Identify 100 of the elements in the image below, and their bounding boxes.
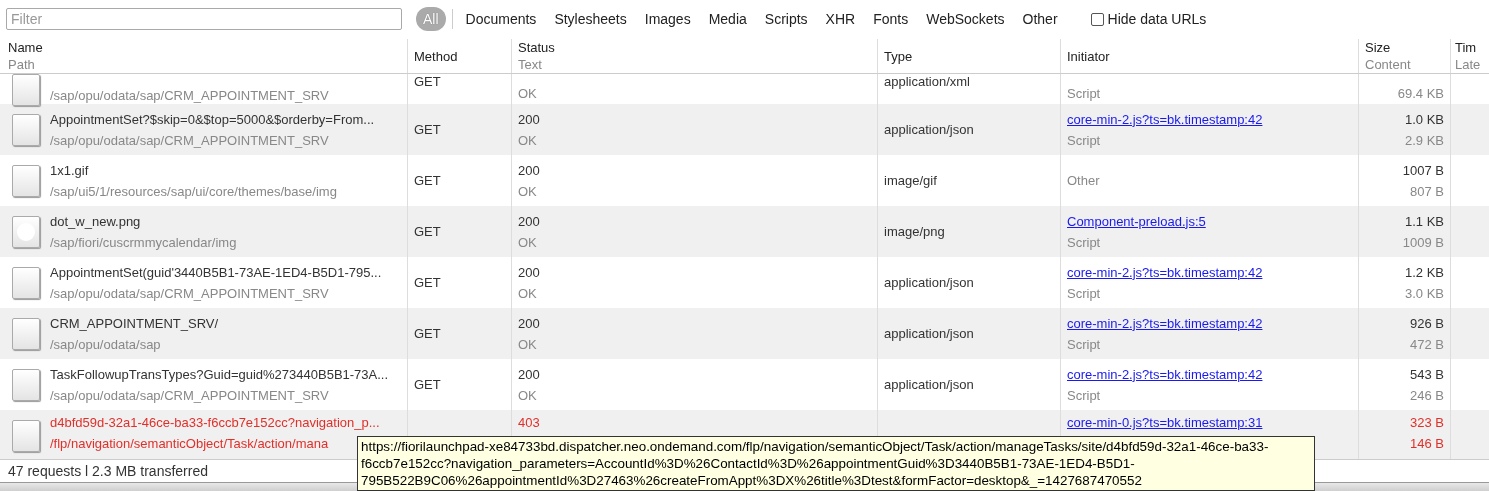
type-filter-tab[interactable]: Documents [458,7,544,31]
request-row[interactable]: CRM_APPOINTMENT_SRV/ /sap/opu/odata/sap GET 200 OK application/json core-min-2.js?ts=bk.timestamp:42 Script 926 B 472 B [0,308,1489,359]
method-text: GET [414,74,441,89]
size-text: 1.2 KB [1404,263,1444,282]
initiator-type: Script [1067,233,1102,252]
content-size: 146 B [1410,435,1444,453]
type-filter-tab[interactable]: WebSockets [919,7,1012,31]
status-text: OK [518,131,538,150]
size-text: 1.0 KB [1404,110,1444,129]
file-icon [12,419,40,452]
type-text: application/xml [884,74,970,89]
content-size: 2.9 KB [1404,131,1444,150]
type-text: image/gif [884,173,937,188]
request-path: /sap/ui5/1/resources/sap/ui/core/themes/base/img [50,182,337,201]
type-filter-tab[interactable]: XHR [818,7,863,31]
initiator-link[interactable]: Component-preload.js:5 [1067,210,1352,232]
status-code: 200 [518,365,541,384]
image-file-icon [12,215,40,248]
status-code: 200 [518,263,541,282]
content-size: 69.4 KB [1397,85,1444,103]
type-filter-tab[interactable]: Images [637,7,698,31]
column-header[interactable]: Name [8,39,401,56]
initiator-link[interactable]: core-min-2.js?ts=bk.timestamp:42 [1067,363,1352,385]
status-code: 200 [518,212,541,231]
column-subheader[interactable]: Path [8,56,401,73]
method-text: GET [414,326,441,341]
request-name[interactable]: AppointmentSet(guid'3440B5B1-73AE-1ED4-B5D1-795... [50,261,382,283]
request-path: /sap/opu/odata/sap/CRM_APPOINTMENT_SRV [50,87,329,105]
initiator-type: Script [1067,386,1102,405]
status-code: 200 [518,161,541,180]
url-tooltip: https://fiorilaunchpad-xe84733bd.dispatcher.neo.ondemand.com/flp/navigation/semanticObject/Task/action/manageTasks/site/d4bfd59d-32a1-46ce-ba33- f6ccb7e152cc?navigation_parameters=AccountId%3D%26ContactId%3D%26appointmentGuid%3D3440B5B1-73AE-1ED4-B5D1- 795B522B9C06%26appointmentId%3D27463%26createFromAppt%3DX%26title%3Dtest&formFactor=desktop&_=1427687470552 [357,436,1315,491]
content-size: 472 B [1410,335,1444,354]
size-text: 926 B [1410,314,1444,333]
file-icon [12,113,40,146]
request-name[interactable]: dot_w_new.png [50,210,237,232]
request-path: /sap/fiori/cuscrmmycalendar/img [50,233,237,252]
request-name[interactable]: CRM_APPOINTMENT_SRV/ [50,312,219,334]
initiator-type: Script [1067,284,1102,303]
size-text: 543 B [1410,365,1444,384]
request-row[interactable]: dot_w_new.png /sap/fiori/cuscrmmycalendar/img GET 200 OK image/png Component-preload.js:5 Script 1.1 KB 1009 B [0,206,1489,257]
status-text: OK [518,386,538,405]
status-text: OK [518,182,538,201]
column-header[interactable]: Tim [1455,39,1483,56]
file-icon [12,74,40,106]
request-name[interactable]: AppointmentSet?$skip=0&$top=5000&$orderby=From... [50,108,375,130]
status-code: 200 [518,314,541,333]
request-path: /sap/opu/odata/sap [50,335,162,354]
initiator-link[interactable]: core-min-2.js?ts=bk.timestamp:42 [1067,261,1352,283]
initiator-link[interactable]: core-min-2.js?ts=bk.timestamp:42 [1067,108,1352,130]
method-text: GET [414,173,441,188]
status-text: OK [518,335,538,354]
request-path: /sap/opu/odata/sap/CRM_APPOINTMENT_SRV [50,131,330,150]
size-text: 1007 B [1402,161,1444,180]
content-size: 3.0 KB [1404,284,1444,303]
checkbox-label[interactable]: Hide data URLs [1107,11,1207,27]
column-header[interactable]: Method [414,47,505,65]
type-filter-tab[interactable]: Stylesheets [547,7,634,31]
status-text: OK [518,233,538,252]
initiator-type: Script [1067,131,1102,150]
initiator-type: Script [1067,85,1101,103]
method-text: GET [414,122,441,137]
status-text: OK [518,85,537,103]
column-header[interactable]: Type [884,47,1054,65]
type-text: application/json [884,377,974,392]
column-header[interactable]: Size [1365,39,1444,56]
column-header[interactable]: Initiator [1067,47,1352,65]
column-subheader[interactable]: Content [1365,56,1444,73]
status-summary: 47 requests l 2.3 MB transferred [8,463,208,479]
initiator-type: Script [1067,335,1102,354]
type-filter-tab[interactable]: Media [701,7,754,31]
status-code: 403 [518,414,541,432]
type-text: application/json [884,122,974,137]
status-text: OK [518,284,538,303]
request-name[interactable]: 1x1.gif [50,159,337,181]
initiator-link[interactable]: core-min-2.js?ts=bk.timestamp:42 [1067,312,1352,334]
request-path: /sap/opu/odata/sap/CRM_APPOINTMENT_SRV [50,386,330,405]
request-name[interactable]: TaskFollowupTransTypes?Guid=guid%273440B5B1-73A... [50,363,389,385]
file-icon [12,317,40,350]
file-icon [12,266,40,299]
column-subheader[interactable]: Text [518,56,871,73]
checkbox[interactable] [1090,12,1104,26]
column-subheader[interactable]: Late [1455,56,1483,73]
content-size: 1009 B [1402,233,1444,252]
initiator-type: Other [1067,172,1101,190]
size-text: 1.1 KB [1404,212,1444,231]
type-text: application/json [884,275,974,290]
request-path: /sap/opu/odata/sap/CRM_APPOINTMENT_SRV [50,284,330,303]
filter-field[interactable]: Filter [6,8,402,30]
type-filter-tab[interactable]: Scripts [757,7,815,31]
file-icon [12,368,40,401]
type-filter-tab[interactable]: Other [1015,7,1065,31]
request-name[interactable]: d4bfd59d-32a1-46ce-ba33-f6ccb7e152cc?navigation_p... [50,412,380,433]
type-filter-tab[interactable]: Fonts [866,7,916,31]
request-row[interactable]: AppointmentSet?$skip=0&$top=5000&$orderby=From... /sap/opu/odata/sap/CRM_APPOINTMENT_SRV GET 200 OK application/json core-min-2.js?ts=bk.timestamp:42 Script 1.0 KB 2.9 KB [0,104,1489,155]
size-text: 323 B [1410,414,1444,432]
initiator-link[interactable]: core-min-0.js?ts=bk.timestamp:31 [1067,412,1352,433]
content-size: 807 B [1410,182,1444,201]
method-text: GET [414,275,441,290]
type-text: image/png [884,224,945,239]
column-header[interactable]: Status [518,39,871,56]
